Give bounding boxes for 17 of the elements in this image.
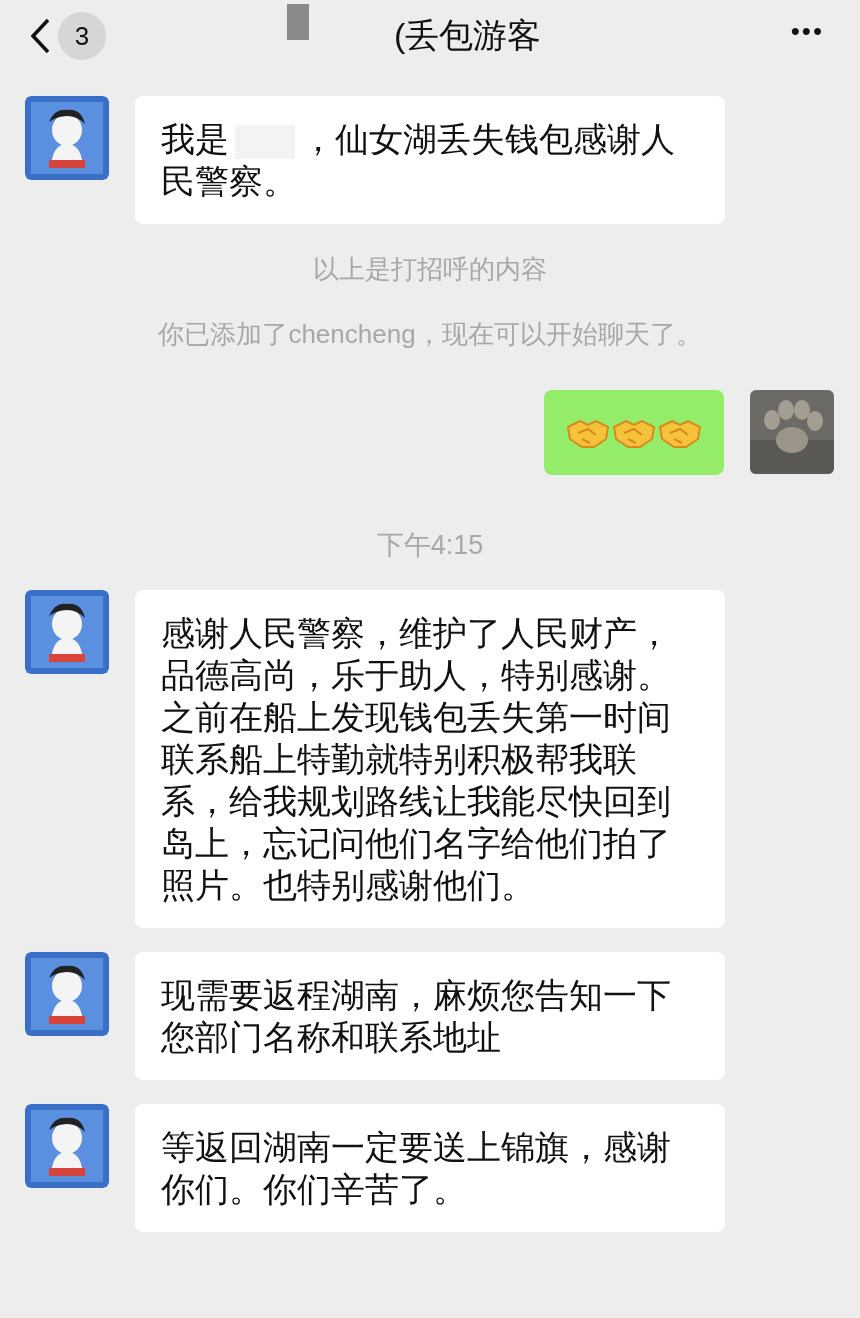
message-text: 等返回湖南一定要送上锦旗，感谢你们。你们辛苦了。	[161, 1126, 672, 1210]
timestamp: 下午4:15	[376, 529, 484, 562]
chat-title: (丢包游客	[394, 15, 542, 56]
unread-count: 3	[58, 12, 106, 60]
avatar[interactable]	[25, 96, 109, 180]
back-icon	[30, 18, 50, 54]
more-button[interactable]: •••	[790, 12, 824, 51]
message-text: 我是 ，仙女湖丢失钱包感谢人民警察。	[161, 119, 676, 202]
message-text: 感谢人民警察，维护了人民财产，品德高尚，乐于助人，特别感谢。之前在船上发现钱包丢失第一时间联系船上特勤就特别积极帮我联系，给我规划路线让我能尽快回到岛上，忘记问他们名字给他们拍了照片。也特别感谢他们。	[161, 612, 672, 906]
avatar[interactable]	[25, 589, 109, 674]
avatar[interactable]	[25, 951, 109, 1036]
redaction-mark	[287, 4, 309, 40]
message-text: 现需要返程湖南，麻烦您告知一下您部门名称和联系地址	[161, 974, 672, 1058]
system-message: 你已添加了chencheng，现在可以开始聊天了。	[158, 318, 702, 351]
system-message: 以上是打招呼的内容	[313, 253, 547, 286]
avatar[interactable]	[25, 1103, 109, 1188]
back-button[interactable]: 3	[30, 12, 106, 60]
